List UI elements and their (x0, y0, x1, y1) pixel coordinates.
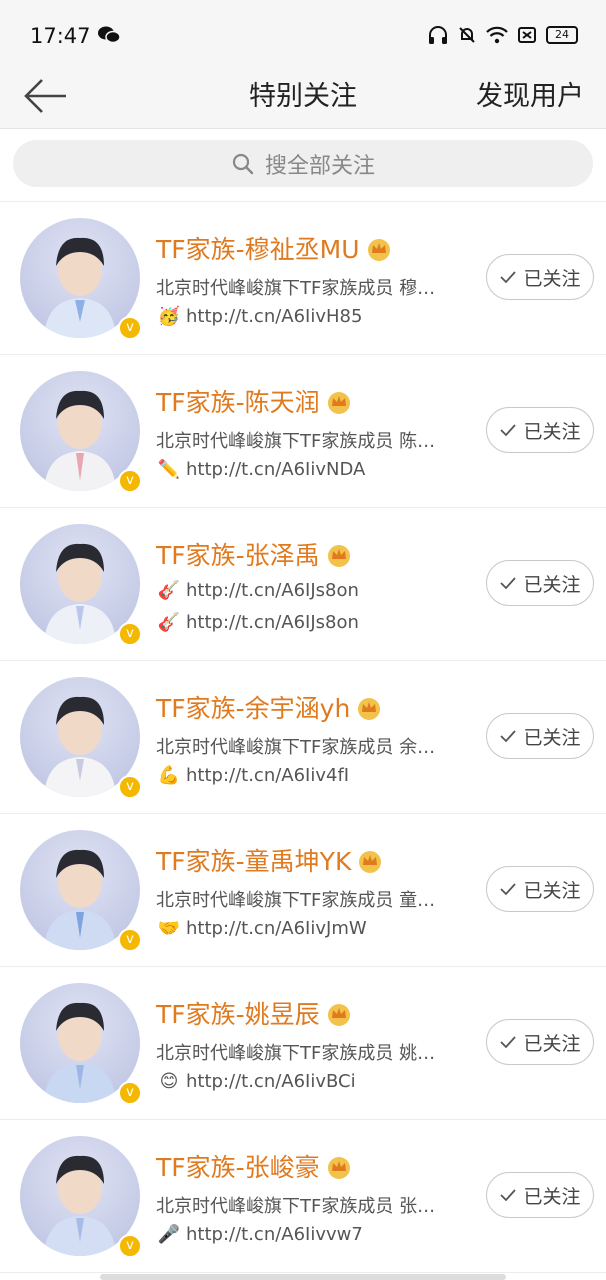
handshake-icon: 🤝 (157, 918, 181, 939)
guitar-icon: 🎸 (157, 612, 181, 633)
verified-badge-icon: v (118, 928, 142, 952)
check-icon (500, 424, 517, 437)
user-bio: 北京时代峰峻旗下TF家族成员 余… (156, 737, 436, 758)
following-button[interactable]: 已关注 (486, 1019, 594, 1065)
user-link[interactable]: 🎸 http://t.cn/A6IJs8on (156, 612, 359, 633)
crown-icon (327, 392, 350, 414)
party-face-icon: 🥳 (157, 306, 181, 327)
microphone-icon: 🎤 (157, 1224, 181, 1245)
discover-users-button[interactable]: 发现用户 (476, 74, 584, 113)
user-bio: 北京时代峰峻旗下TF家族成员 张… (156, 1196, 436, 1217)
search-bar: 搜全部关注 (0, 129, 606, 202)
home-indicator (100, 1274, 506, 1280)
verified-badge-icon: v (118, 775, 142, 799)
crown-icon (327, 1157, 350, 1179)
check-icon (500, 883, 517, 896)
smiling-face-icon: 😊 (159, 1071, 179, 1092)
verified-badge-icon: v (118, 469, 142, 493)
user-name[interactable]: TF家族-姚昱辰 (156, 995, 352, 1031)
verified-badge-icon: v (118, 316, 142, 340)
sim-icon (518, 27, 536, 43)
check-icon (500, 577, 517, 590)
status-bar: 17:47 24 (0, 0, 606, 64)
status-icons: 24 (428, 26, 578, 44)
following-button[interactable]: 已关注 (486, 866, 594, 912)
mute-bell-icon (459, 27, 475, 43)
verified-badge-icon: v (118, 1081, 142, 1105)
user-link[interactable]: 🤝 http://t.cn/A6IivJmW (156, 918, 367, 939)
user-name[interactable]: TF家族-余宇涵yh (156, 689, 382, 725)
user-row[interactable]: v TF家族-张峻豪 北京时代峰峻旗下TF家族成员 张… 🎤 http://t.c… (0, 1120, 606, 1273)
user-link[interactable]: 🎤 http://t.cn/A6Iivvw7 (156, 1224, 363, 1245)
verified-badge-icon: v (118, 622, 142, 646)
check-icon (500, 1036, 517, 1049)
user-name[interactable]: TF家族-童禹坤YK (156, 842, 383, 878)
following-button[interactable]: 已关注 (486, 560, 594, 606)
flexed-biceps-icon: 💪 (157, 765, 181, 786)
search-icon (232, 153, 254, 174)
user-name[interactable]: TF家族-张峻豪 (156, 1148, 352, 1184)
user-bio: 北京时代峰峻旗下TF家族成员 姚… (156, 1043, 436, 1064)
following-button[interactable]: 已关注 (486, 407, 594, 453)
user-name[interactable]: TF家族-陈天润 (156, 383, 352, 419)
crown-icon (359, 851, 382, 873)
user-row[interactable]: v TF家族-姚昱辰 北京时代峰峻旗下TF家族成员 姚… 😊 http://t.c… (0, 967, 606, 1120)
battery-indicator: 24 (546, 26, 578, 44)
crown-icon (367, 239, 390, 261)
crown-icon (327, 1004, 350, 1026)
headphones-icon (429, 26, 447, 44)
follow-list: v TF家族-穆祉丞MU 北京时代峰峻旗下TF家族成员 穆… 🥳 http://t… (0, 202, 606, 1273)
user-row[interactable]: v TF家族-童禹坤YK 北京时代峰峻旗下TF家族成员 童… 🤝 http://t… (0, 814, 606, 967)
search-input[interactable]: 搜全部关注 (13, 140, 593, 187)
verified-badge-icon: v (118, 1234, 142, 1258)
user-row[interactable]: v TF家族-陈天润 北京时代峰峻旗下TF家族成员 陈… ✏️ http://t.… (0, 355, 606, 508)
user-link[interactable]: 💪 http://t.cn/A6Iiv4fI (156, 765, 349, 786)
search-placeholder: 搜全部关注 (264, 153, 375, 179)
user-name[interactable]: TF家族-穆祉丞MU (156, 230, 392, 266)
check-icon (500, 271, 517, 284)
crown-icon (358, 698, 381, 720)
pencil-icon: ✏️ (157, 459, 181, 480)
wechat-icon (98, 26, 120, 44)
user-link[interactable]: 🎸 http://t.cn/A6IJs8on (156, 580, 466, 601)
user-link[interactable]: 😊 http://t.cn/A6IivBCi (156, 1071, 356, 1092)
user-row[interactable]: v TF家族-余宇涵yh 北京时代峰峻旗下TF家族成员 余… 💪 http://t… (0, 661, 606, 814)
user-row[interactable]: v TF家族-穆祉丞MU 北京时代峰峻旗下TF家族成员 穆… 🥳 http://t… (0, 202, 606, 355)
user-bio: 北京时代峰峻旗下TF家族成员 陈… (156, 431, 436, 452)
guitar-icon: 🎸 (157, 580, 181, 601)
user-name[interactable]: TF家族-张泽禹 (156, 536, 352, 572)
top-nav-bar: 特别关注 发现用户 (0, 64, 606, 129)
user-bio: 北京时代峰峻旗下TF家族成员 童… (156, 890, 436, 911)
wifi-icon (486, 26, 508, 44)
following-button[interactable]: 已关注 (486, 1172, 594, 1218)
user-link[interactable]: 🥳 http://t.cn/A6IivH85 (156, 306, 363, 327)
following-button[interactable]: 已关注 (486, 254, 594, 300)
check-icon (500, 730, 517, 743)
user-row[interactable]: v TF家族-张泽禹 🎸 http://t.cn/A6IJs8on 🎸 http:/… (0, 508, 606, 661)
following-button[interactable]: 已关注 (486, 713, 594, 759)
user-link[interactable]: ✏️ http://t.cn/A6IivNDA (156, 459, 366, 480)
status-time: 17:47 (30, 24, 91, 48)
crown-icon (327, 545, 350, 567)
user-bio: 北京时代峰峻旗下TF家族成员 穆… (156, 278, 436, 299)
check-icon (500, 1189, 517, 1202)
